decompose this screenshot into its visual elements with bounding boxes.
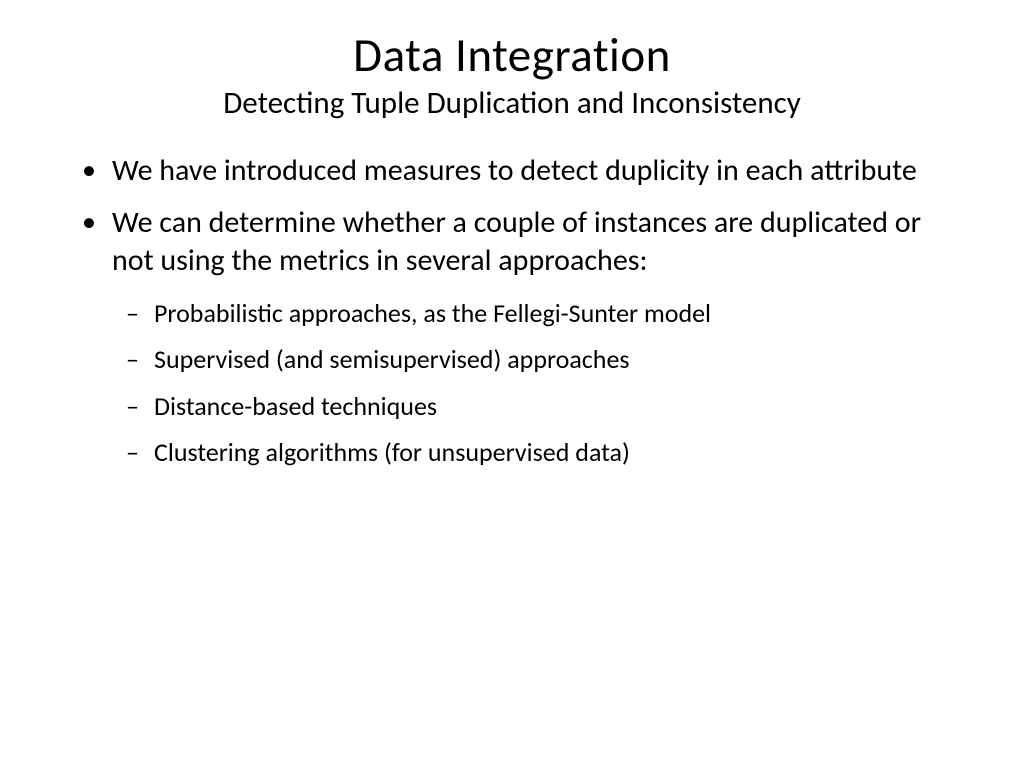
slide-title: Data Integration	[60, 30, 964, 82]
bullet-text: We can determine whether a couple of ins…	[112, 204, 921, 279]
sub-bullet-text: Supervised (and semisupervised) approach…	[154, 343, 630, 375]
list-item: Clustering algorithms (for unsupervised …	[112, 434, 964, 470]
slide-content: We have introduced measures to detect du…	[60, 152, 964, 471]
sub-bullet-text: Probabilistic approaches, as the Fellegi…	[154, 297, 711, 329]
list-item: We can determine whether a couple of ins…	[70, 204, 964, 470]
list-item: Probabilistic approaches, as the Fellegi…	[112, 295, 964, 331]
title-block: Data Integration Detecting Tuple Duplica…	[60, 30, 964, 122]
bullet-list: We have introduced measures to detect du…	[70, 152, 964, 471]
list-item: Distance-based techniques	[112, 388, 964, 424]
sub-bullet-text: Distance-based techniques	[154, 390, 437, 422]
slide-subtitle: Detecting Tuple Duplication and Inconsis…	[60, 84, 964, 122]
list-item: We have introduced measures to detect du…	[70, 152, 964, 190]
sub-bullet-text: Clustering algorithms (for unsupervised …	[154, 436, 630, 468]
bullet-text: We have introduced measures to detect du…	[112, 152, 917, 189]
sub-bullet-list: Probabilistic approaches, as the Fellegi…	[112, 295, 964, 471]
list-item: Supervised (and semisupervised) approach…	[112, 341, 964, 377]
slide: Data Integration Detecting Tuple Duplica…	[0, 0, 1024, 768]
